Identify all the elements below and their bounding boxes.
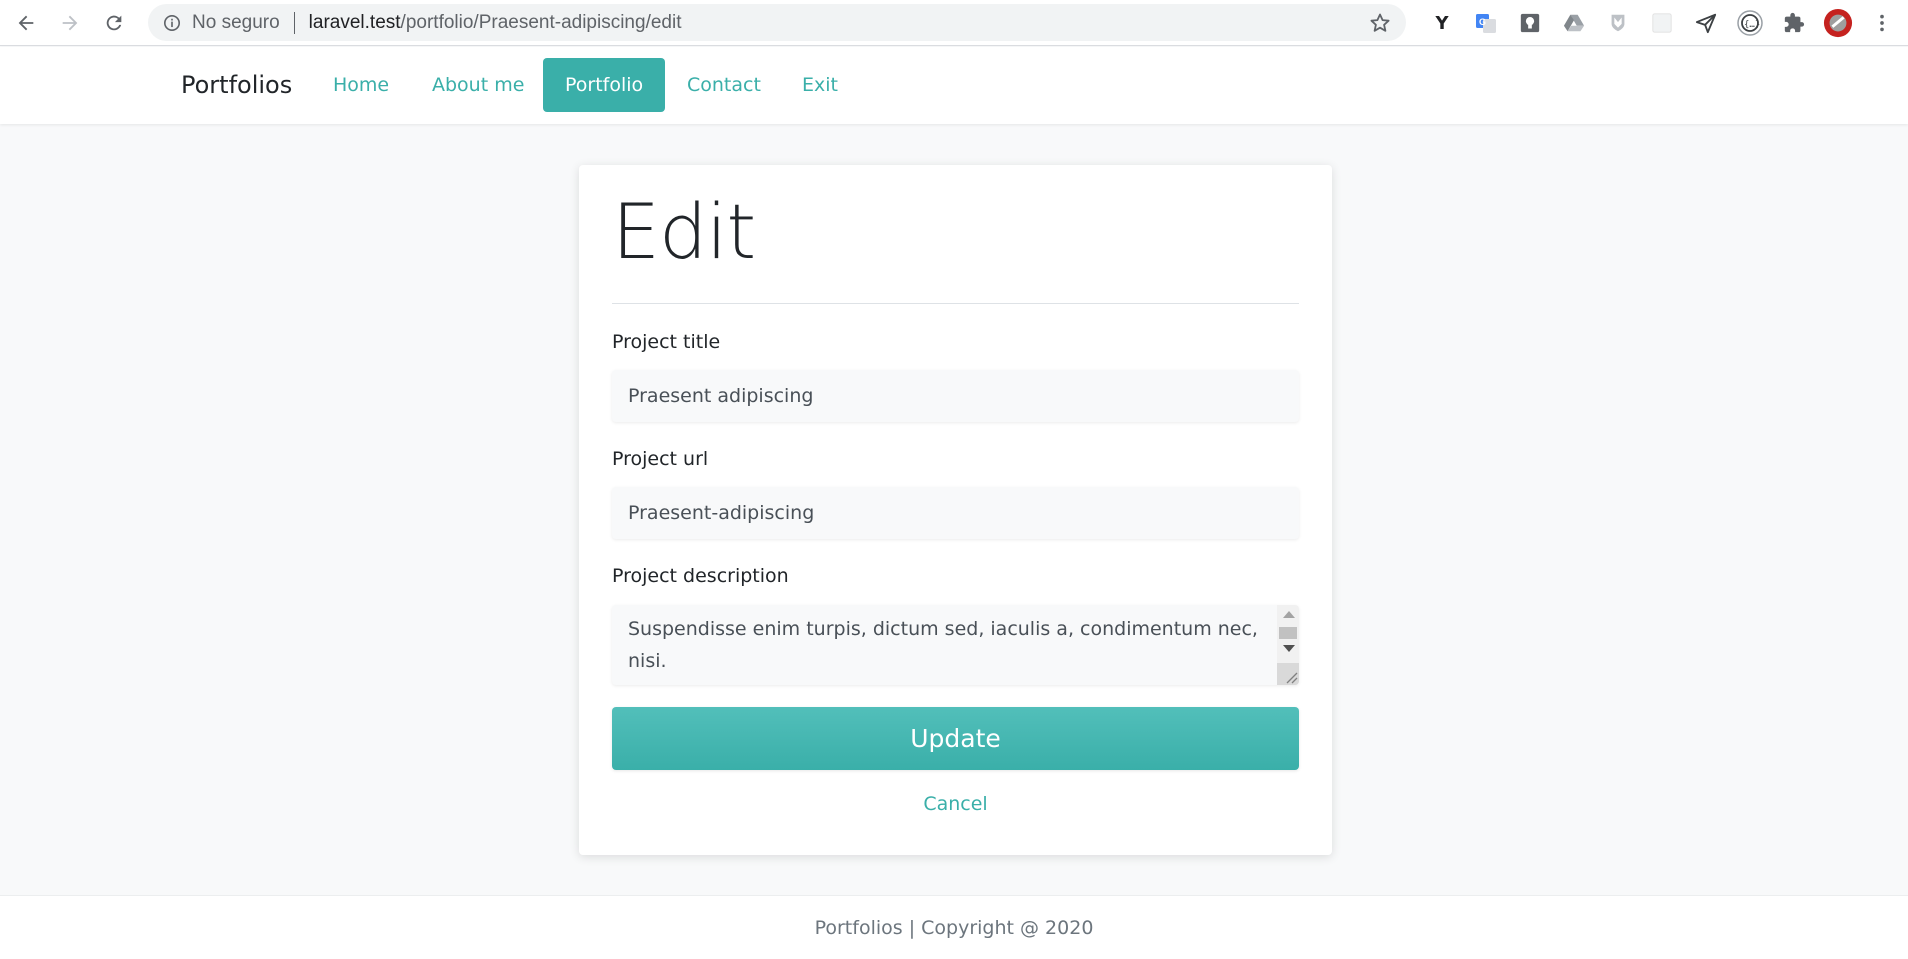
url-host: laravel.test [308,11,401,33]
y-extension-icon[interactable]: Y [1420,0,1464,46]
forward-button[interactable] [50,3,90,43]
blank-extension-icon[interactable] [1640,0,1684,46]
reload-icon [106,15,122,30]
nav-item-about-me[interactable]: About me [410,58,546,112]
keep-icon[interactable] [1508,0,1552,46]
menu-dots-icon[interactable] [1860,0,1904,46]
svg-text:G: G [1479,17,1486,27]
reload-button[interactable] [94,3,134,43]
update-button[interactable]: Update [612,707,1299,770]
project-title-label: Project title [612,331,721,353]
security-label: No seguro [192,11,280,33]
main-navbar: Portfolios Home About me Portfolio Conta… [0,47,1908,124]
shield-extension-icon[interactable] [1596,0,1640,46]
scroll-up-arrow-icon[interactable] [1283,611,1295,618]
profile-avatar-icon[interactable] [1816,0,1860,46]
nav-item-contact[interactable]: Contact [665,58,783,112]
project-url-input[interactable]: Praesent-adipiscing [612,487,1299,539]
project-url-label: Project url [612,448,709,470]
info-icon[interactable] [162,13,182,33]
brand-link[interactable]: Portfolios [181,71,292,99]
back-button[interactable] [6,3,46,43]
cancel-link[interactable]: Cancel [612,793,1299,815]
puzzle-icon[interactable] [1772,0,1816,46]
google-translate-icon[interactable]: G [1464,0,1508,46]
description-line-1: Suspendisse enim turpis, dictum sed, iac… [628,618,1258,672]
code-extension-icon[interactable]: {…} [1728,0,1772,46]
extensions-bar: Y G {…} [1420,0,1904,46]
address-bar[interactable]: No seguro laravel.test/portfolio/Praesen… [148,4,1406,41]
title-divider [612,303,1299,304]
project-description-label: Project description [612,565,789,587]
page-footer: Portfolios | Copyright @ 2020 [0,895,1908,959]
project-title-input[interactable]: Praesent adipiscing [612,370,1299,422]
omnibox-separator [293,11,295,34]
send-icon[interactable] [1684,0,1728,46]
svg-text:{…}: {…} [1744,20,1760,30]
url-text[interactable]: laravel.test/portfolio/Praesent-adipisci… [309,12,682,34]
bookmark-star-icon[interactable] [1368,11,1392,35]
url-path: /portfolio/Praesent-adipiscing/edit [400,11,682,33]
back-arrow-icon [18,15,34,30]
nav-item-portfolio[interactable]: Portfolio [543,58,666,112]
page-title: Edit [612,187,756,276]
browser-toolbar: No seguro laravel.test/portfolio/Praesen… [0,0,1908,46]
edit-form-card: Edit Project title Praesent adipiscing P… [579,165,1332,855]
forward-arrow-icon [62,15,78,30]
description-line-2: In consectetuer turpis ut velit. Integer… [628,677,1259,685]
drive-icon[interactable] [1552,0,1596,46]
project-description-textarea[interactable]: Suspendisse enim turpis, dictum sed, iac… [612,605,1299,685]
scroll-thumb[interactable] [1279,627,1297,639]
footer-copyright: Portfolios | Copyright @ 2020 [814,916,1094,939]
nav-item-home[interactable]: Home [311,58,411,112]
scroll-down-arrow-icon[interactable] [1283,645,1295,652]
resize-grip-icon[interactable] [1277,663,1299,685]
nav-item-exit[interactable]: Exit [780,58,860,112]
